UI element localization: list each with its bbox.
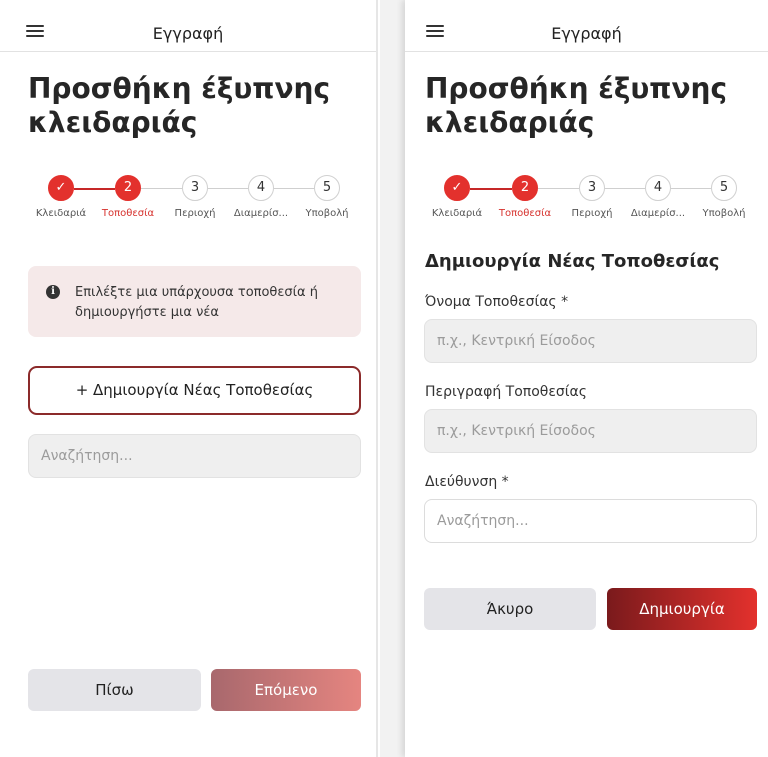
step-4-label: Διαμερίσ... <box>233 208 289 219</box>
step-connector <box>671 188 711 189</box>
step-4-circle: 4 <box>248 175 274 201</box>
step-5-label: Υποβολή <box>702 208 746 219</box>
page-title: Προσθήκη έξυπνης κλειδαριάς <box>425 72 728 139</box>
top-bar: Εγγραφή <box>0 0 376 52</box>
step-1-label: Κλειδαριά <box>431 208 483 219</box>
back-button[interactable]: Πίσω <box>28 669 201 711</box>
step-5-circle: 5 <box>314 175 340 201</box>
cancel-button[interactable]: Άκυρο <box>424 588 596 630</box>
step-2-circle: 2 <box>115 175 141 201</box>
step-5-circle: 5 <box>711 175 737 201</box>
step-connector <box>605 188 645 189</box>
address-label: Διεύθυνση * <box>425 474 509 490</box>
step-2-circle: 2 <box>512 175 538 201</box>
step-connector <box>208 188 248 189</box>
section-title: Δημιουργία Νέας Τοποθεσίας <box>425 251 720 272</box>
screen-select-location: Εγγραφή Προσθήκη έξυπνης κλειδαριάς ✓ 2 … <box>0 0 378 757</box>
step-3-label: Περιοχή <box>174 208 216 219</box>
info-box: i Επιλέξτε μια υπάρχουσα τοποθεσία ή δημ… <box>28 266 361 337</box>
create-button[interactable]: Δημιουργία <box>607 588 757 630</box>
step-1-check-icon: ✓ <box>48 175 74 201</box>
screen-gap <box>380 0 405 757</box>
step-connector <box>538 188 579 189</box>
create-new-location-button[interactable]: + Δημιουργία Νέας Τοποθεσίας <box>28 366 361 415</box>
page-title: Προσθήκη έξυπνης κλειδαριάς <box>28 72 331 139</box>
location-name-label: Όνομα Τοποθεσίας * <box>425 294 569 310</box>
info-text: Επιλέξτε μια υπάρχουσα τοποθεσία ή δημιο… <box>75 285 318 320</box>
step-4-label: Διαμερίσ... <box>630 208 686 219</box>
next-button[interactable]: Επόμενο <box>211 669 361 711</box>
step-connector <box>274 188 314 189</box>
address-search-input[interactable] <box>424 499 757 543</box>
step-connector <box>141 188 182 189</box>
info-icon: i <box>46 285 60 299</box>
step-connector <box>470 188 512 190</box>
top-bar-title: Εγγραφή <box>152 24 224 43</box>
step-3-circle: 3 <box>182 175 208 201</box>
step-4-circle: 4 <box>645 175 671 201</box>
step-3-label: Περιοχή <box>571 208 613 219</box>
search-input[interactable] <box>28 434 361 478</box>
step-1-check-icon: ✓ <box>444 175 470 201</box>
stepper: ✓ 2 3 4 5 Κλειδαριά Τοποθεσία Περιοχή Δι… <box>0 175 376 225</box>
location-description-label: Περιγραφή Τοποθεσίας <box>425 384 587 400</box>
location-description-input[interactable] <box>424 409 757 453</box>
step-2-label: Τοποθεσία <box>101 208 155 219</box>
step-1-label: Κλειδαριά <box>35 208 87 219</box>
step-5-label: Υποβολή <box>305 208 349 219</box>
stepper: ✓ 2 3 4 5 Κλειδαριά Τοποθεσία Περιοχή Δι… <box>405 175 768 225</box>
step-3-circle: 3 <box>579 175 605 201</box>
top-bar-title: Εγγραφή <box>551 24 622 43</box>
step-connector <box>74 188 115 190</box>
top-bar: Εγγραφή <box>405 0 768 52</box>
location-name-input[interactable] <box>424 319 757 363</box>
screen-create-location: Εγγραφή Προσθήκη έξυπνης κλειδαριάς ✓ 2 … <box>405 0 768 757</box>
step-2-label: Τοποθεσία <box>498 208 552 219</box>
